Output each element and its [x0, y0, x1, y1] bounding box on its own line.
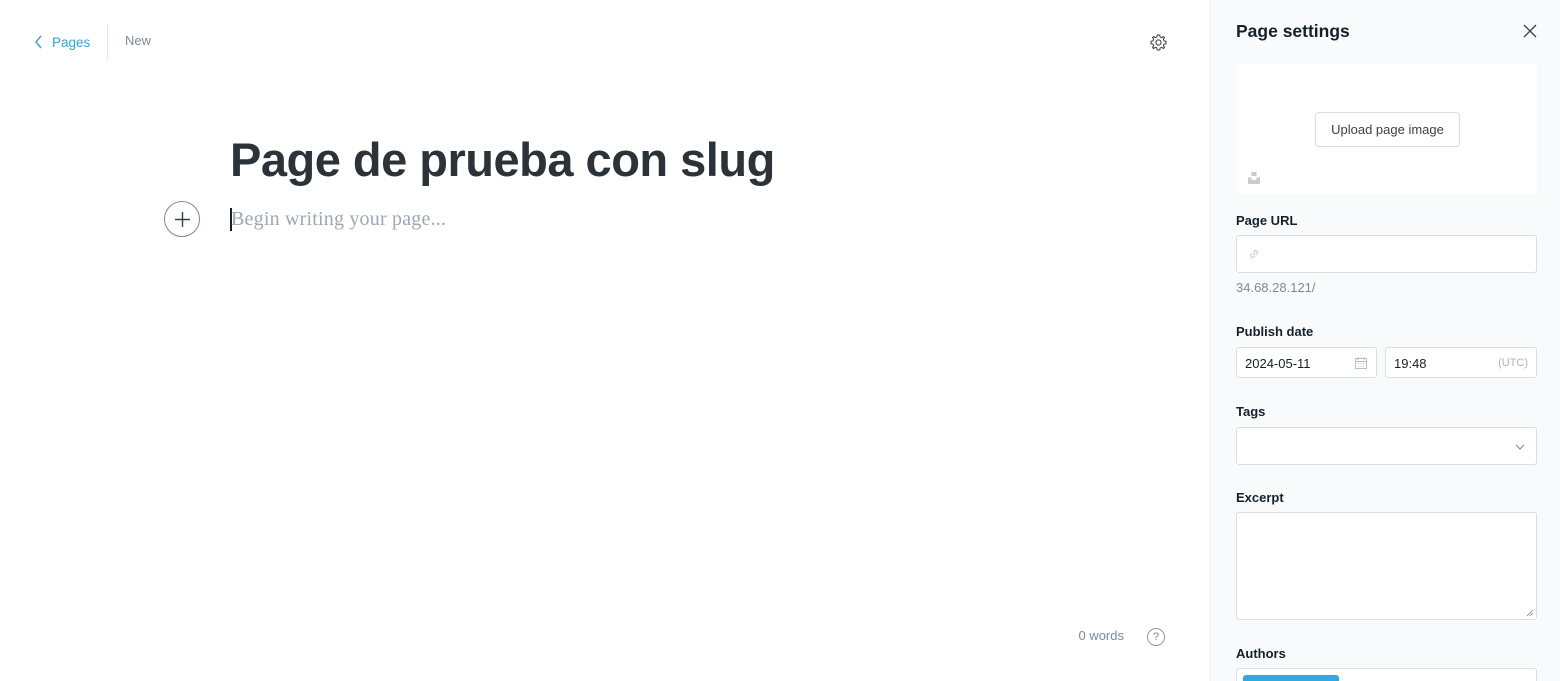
excerpt-label: Excerpt — [1236, 490, 1284, 505]
tags-label: Tags — [1236, 404, 1266, 419]
help-button[interactable]: ? — [1147, 628, 1165, 646]
timezone-label: (UTC) — [1498, 357, 1528, 369]
sidebar-title: Page settings — [1236, 21, 1350, 41]
calendar-icon[interactable] — [1354, 356, 1368, 370]
gear-icon — [1149, 33, 1167, 51]
post-status: New — [125, 33, 152, 48]
close-icon — [1523, 24, 1537, 38]
page-title[interactable]: Page de prueba con slug — [230, 132, 775, 187]
back-link-label: Pages — [52, 34, 91, 50]
settings-toggle-button[interactable] — [1146, 30, 1170, 54]
tags-select[interactable] — [1236, 427, 1537, 465]
close-settings-button[interactable] — [1521, 22, 1539, 40]
chevron-left-icon — [35, 35, 42, 49]
editor-topbar: Pages New — [0, 0, 1210, 84]
publish-date-label: Publish date — [1236, 324, 1314, 339]
editor-pane: Pages New Page de prueba con slug Begin … — [0, 0, 1210, 681]
excerpt-textarea[interactable] — [1236, 512, 1537, 620]
back-to-pages-link[interactable]: Pages — [34, 32, 90, 52]
link-icon — [1247, 247, 1261, 261]
authors-label: Authors — [1236, 646, 1286, 661]
unsplash-glyph — [1248, 172, 1260, 184]
publish-time-input[interactable]: 19:48 (UTC) — [1385, 347, 1537, 378]
upload-page-image-button[interactable]: Upload page image — [1315, 112, 1460, 147]
feature-image-area: Upload page image — [1236, 64, 1537, 194]
topbar-divider — [107, 24, 108, 60]
question-icon: ? — [1152, 631, 1160, 643]
page-url-label: Page URL — [1236, 213, 1298, 228]
word-count: 0 words — [1078, 628, 1124, 643]
plus-icon — [174, 211, 190, 227]
add-card-button[interactable] — [164, 201, 200, 237]
page-url-input[interactable] — [1236, 235, 1537, 273]
unsplash-icon[interactable] — [1247, 171, 1261, 185]
publish-date-value: 2024-05-11 — [1245, 356, 1311, 371]
page-settings-sidebar: Page settings Upload page image Page URL… — [1210, 0, 1560, 681]
author-chip[interactable] — [1243, 675, 1339, 681]
chevron-down-icon — [1514, 440, 1526, 452]
resize-handle-icon[interactable] — [1526, 609, 1534, 617]
editor-body[interactable]: Begin writing your page... — [231, 208, 446, 231]
authors-select[interactable] — [1236, 668, 1537, 681]
page-url-preview: 34.68.28.121/ — [1236, 280, 1316, 295]
publish-time-value: 19:48 — [1394, 356, 1427, 371]
publish-date-input[interactable]: 2024-05-11 — [1236, 347, 1377, 378]
